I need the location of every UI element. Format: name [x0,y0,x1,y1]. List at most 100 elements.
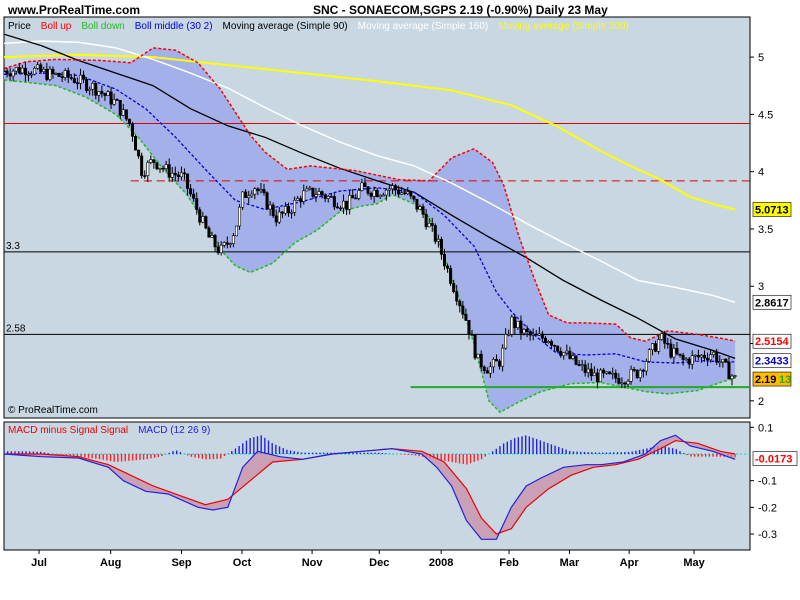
candle-body [39,64,43,72]
candle-body [323,194,327,199]
month-label: 2008 [429,557,453,569]
candle-body [461,305,465,315]
candle-body [519,320,523,334]
candle-body [161,167,165,170]
candle-body [617,377,621,384]
candle-body [635,369,639,378]
candle-body [381,194,385,197]
candle-body [449,268,453,284]
candle-body [666,343,670,345]
candle-body [158,167,162,170]
macd-legend-1: MACD (12 26 9) [138,425,210,436]
candle-body [525,328,529,332]
candle-body [26,74,30,76]
candle-body [406,191,410,194]
candle-body [678,353,682,356]
candle-body [721,358,725,363]
candle-body [378,194,382,198]
month-label: Oct [233,557,252,569]
candle-body [345,200,349,210]
candle-body [550,341,554,346]
candle-body [308,187,312,190]
readout-value-0: 5.0713 [755,204,789,216]
candle-body [394,185,398,191]
candle-body [491,359,495,368]
candle-body [724,358,728,363]
candle-body [611,372,615,375]
candle-body [681,354,685,360]
price-ytick-label: 2 [758,396,764,408]
candle-body [8,73,12,77]
candle-body [293,199,297,213]
candle-body [595,372,599,383]
candle-body [513,316,517,328]
candle-body [446,265,450,269]
candle-body [482,366,486,371]
candle-body [348,195,352,210]
readout-value-1: 2.8617 [755,297,789,309]
candle-body [54,72,58,75]
candle-body [17,67,21,74]
candle-body [632,369,636,371]
candle-body [605,371,609,374]
candle-body [265,192,269,210]
macd-ytick-label: 0.1 [758,422,773,434]
candle-body [543,337,547,343]
candle-body [231,235,235,244]
candle-body [706,357,710,361]
candle-body [534,333,538,336]
candle-body [650,343,654,350]
candle-body [357,190,361,199]
candle-body [608,371,612,375]
candle-body [121,109,125,116]
candle-body [149,159,153,163]
candle-body [11,70,15,77]
candle-body [476,353,480,359]
candle-body [467,320,471,335]
candle-body [45,68,49,80]
candle-body [623,382,627,385]
candle-body [198,209,202,223]
candle-body [501,347,505,367]
candle-body [192,193,196,199]
month-label: Apr [620,557,640,569]
candle-body [82,74,86,80]
candle-body [317,191,321,195]
candle-body [216,246,220,254]
candle-body [712,351,716,355]
candle-body [189,188,193,195]
candle-body [647,349,651,362]
candle-body [94,82,98,96]
candle-body [390,185,394,190]
candle-body [186,173,190,189]
chart-canvas: 3.32.58 54.543.532.520.1-0.1-0.2-0.3JulA… [3,16,798,569]
price-legend-4: Moving average (Simple 90) [223,21,348,32]
price-legend-3: Boll middle (30 2) [135,21,213,32]
candle-body [510,316,514,335]
candle-body [354,197,358,200]
candle-body [146,162,150,176]
candle-body [75,82,79,84]
candle-body [452,283,456,292]
candle-body [112,99,116,105]
candle-body [409,191,413,197]
candle-body [699,354,703,358]
candle-body [78,74,82,84]
candle-body [20,67,24,74]
candle-body [305,188,309,192]
candle-body [299,198,303,202]
macd-legend-0: MACD minus Signal Signal [8,425,128,436]
candle-body [182,172,186,175]
macd-panel [3,421,751,551]
macd-ytick-label: -0.1 [758,476,777,488]
macd-ytick-label: -0.2 [758,502,777,514]
candle-body [219,244,223,254]
candle-body [433,225,437,242]
candle-body [137,149,141,157]
candle-body [418,206,422,210]
candle-body [620,382,624,385]
candle-body [430,222,434,226]
candle-body [170,172,174,178]
macd-ytick-label: -0.3 [758,529,777,541]
price-legend-5: Moving average (Simple 160) [358,21,489,32]
